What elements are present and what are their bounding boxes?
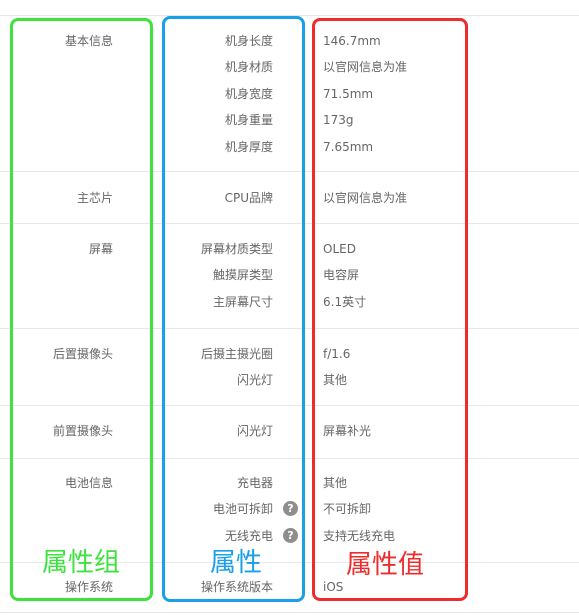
attribute-group-frame bbox=[10, 18, 153, 601]
divider bbox=[0, 612, 579, 613]
overlay-label-attribute-value: 属性值 bbox=[346, 550, 425, 580]
overlay-label-attribute-group: 属性组 bbox=[42, 548, 121, 578]
overlay-label-attribute: 属性 bbox=[210, 548, 263, 578]
attribute-value-frame bbox=[312, 18, 468, 601]
attribute-frame bbox=[162, 16, 305, 602]
